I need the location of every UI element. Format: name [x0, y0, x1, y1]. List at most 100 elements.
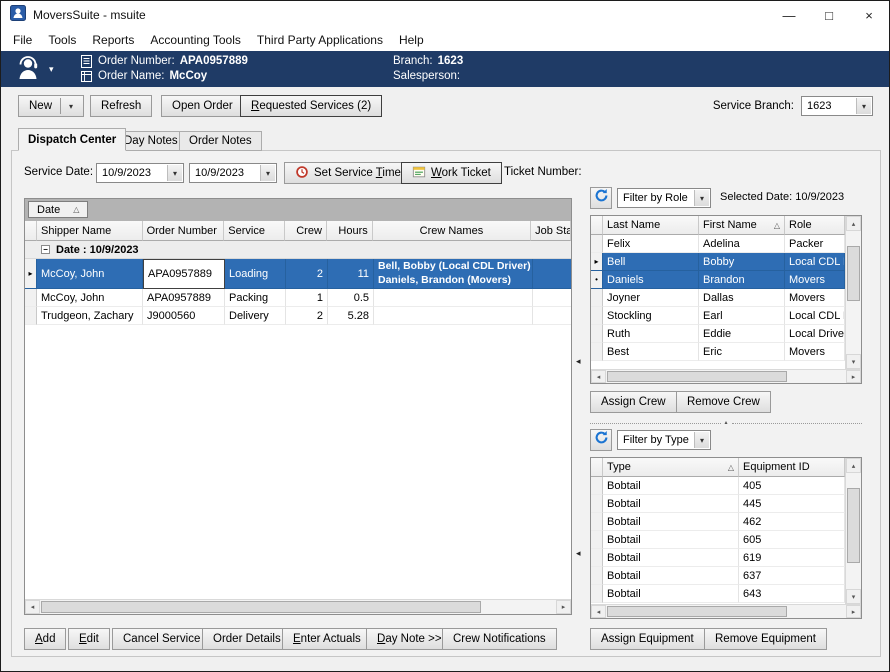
scroll-right-icon[interactable]: ▸ — [846, 370, 861, 383]
cell-equipment-id[interactable]: 462 — [739, 513, 845, 531]
splitter-collapse-icon[interactable]: ◂ — [576, 548, 581, 559]
cell-first-name[interactable]: Earl — [699, 307, 785, 325]
scroll-track[interactable] — [846, 231, 861, 354]
cell-equipment-id[interactable]: 637 — [739, 567, 845, 585]
cell-first-name[interactable]: Bobby — [699, 253, 785, 271]
work-ticket-button[interactable]: Work Ticket — [401, 162, 502, 184]
add-button[interactable]: Add — [24, 628, 66, 650]
header-role[interactable]: Role — [785, 216, 845, 235]
scroll-thumb[interactable] — [41, 601, 481, 613]
cancel-service-button[interactable]: Cancel Service — [112, 628, 211, 650]
header-order-number[interactable]: Order Number — [143, 221, 225, 241]
tab-order-notes[interactable]: Order Notes — [179, 131, 262, 151]
cell-type[interactable]: Bobtail — [603, 513, 739, 531]
scroll-down-icon[interactable]: ▾ — [846, 589, 861, 604]
dispatcher-logo-icon[interactable] — [14, 55, 46, 87]
refresh-button[interactable]: Refresh — [90, 95, 152, 117]
maximize-button[interactable]: □ — [809, 1, 849, 29]
equipment-row[interactable]: Bobtail 462 — [591, 513, 845, 531]
cell-order-number[interactable]: J9000560 — [143, 307, 225, 325]
cell-last-name[interactable]: Stockling — [603, 307, 699, 325]
menu-tools[interactable]: Tools — [40, 31, 84, 49]
cell-last-name[interactable]: Bell — [603, 253, 699, 271]
filter-by-role-combo[interactable]: Filter by Role ▾ — [617, 188, 711, 208]
requested-services-button[interactable]: Requested Services (2) — [240, 95, 382, 117]
cell-role[interactable]: Local Driver — [785, 325, 845, 343]
scroll-up-icon[interactable]: ▴ — [846, 216, 861, 231]
scroll-track[interactable] — [606, 605, 846, 618]
cell-equipment-id[interactable]: 445 — [739, 495, 845, 513]
cell-crew[interactable]: 2 — [286, 259, 328, 289]
crew-grid-hscrollbar[interactable]: ◂ ▸ — [591, 369, 861, 383]
cell-job-status[interactable] — [533, 289, 572, 307]
cell-first-name[interactable]: Dallas — [699, 289, 785, 307]
equipment-row[interactable]: Bobtail 643 — [591, 585, 845, 603]
cell-last-name[interactable]: Felix — [603, 235, 699, 253]
services-grid-hscrollbar[interactable]: ◂ ▸ — [25, 599, 571, 614]
scroll-up-icon[interactable]: ▴ — [846, 458, 861, 473]
scroll-thumb[interactable] — [607, 606, 787, 617]
cell-crew-names[interactable] — [374, 307, 533, 325]
header-type[interactable]: Type △ — [603, 458, 739, 477]
header-shipper-name[interactable]: Shipper Name — [37, 221, 143, 241]
equipment-row[interactable]: Bobtail 445 — [591, 495, 845, 513]
cell-type[interactable]: Bobtail — [603, 477, 739, 495]
service-row[interactable]: McCoy, John APA0957889 Packing 1 0.5 — [25, 289, 572, 307]
equipment-row[interactable]: Bobtail 605 — [591, 531, 845, 549]
cell-role[interactable]: Local CDL Driver — [785, 253, 845, 271]
crew-row[interactable]: Best Eric Movers — [591, 343, 845, 361]
scroll-right-icon[interactable]: ▸ — [846, 605, 861, 618]
scroll-thumb[interactable] — [847, 488, 860, 563]
service-row[interactable]: ▸ McCoy, John APA0957889 Loading 2 11 Be… — [25, 259, 572, 289]
scroll-left-icon[interactable]: ◂ — [591, 605, 606, 618]
service-branch-combo[interactable]: 1623 ▾ — [801, 96, 873, 116]
service-date-from-dropdown-icon[interactable]: ▾ — [167, 165, 182, 181]
cell-crew-names[interactable]: Bell, Bobby (Local CDL Driver) Daniels, … — [374, 259, 533, 289]
tab-dispatch-center[interactable]: Dispatch Center — [18, 128, 126, 151]
service-date-from-combo[interactable]: 10/9/2023 ▾ — [96, 163, 184, 183]
cell-equipment-id[interactable]: 643 — [739, 585, 845, 603]
enter-actuals-button[interactable]: Enter Actuals — [282, 628, 372, 650]
close-button[interactable]: × — [849, 1, 889, 29]
crew-row[interactable]: ▸ Bell Bobby Local CDL Driver — [591, 253, 845, 271]
cell-type[interactable]: Bobtail — [603, 549, 739, 567]
equipment-row[interactable]: Bobtail 637 — [591, 567, 845, 585]
crew-row[interactable]: Ruth Eddie Local Driver — [591, 325, 845, 343]
header-service[interactable]: Service — [224, 221, 285, 241]
remove-crew-button[interactable]: Remove Crew — [676, 391, 771, 413]
crew-notifications-button[interactable]: Crew Notifications — [442, 628, 557, 650]
cell-service[interactable]: Delivery — [225, 307, 286, 325]
scroll-track[interactable] — [606, 370, 846, 383]
menu-file[interactable]: File — [5, 31, 40, 49]
scroll-thumb[interactable] — [607, 371, 787, 382]
cell-first-name[interactable]: Eddie — [699, 325, 785, 343]
main-right-splitter[interactable]: ◂ ◂ — [574, 198, 586, 615]
equipment-grid-hscrollbar[interactable]: ◂ ▸ — [591, 604, 861, 618]
service-date-to-combo[interactable]: 10/9/2023 ▾ — [189, 163, 277, 183]
scroll-track[interactable] — [40, 600, 556, 614]
cell-order-number[interactable]: APA0957889 — [143, 289, 225, 307]
assign-crew-button[interactable]: Assign Crew — [590, 391, 677, 413]
cell-role[interactable]: Movers — [785, 289, 845, 307]
cell-equipment-id[interactable]: 405 — [739, 477, 845, 495]
cell-hours[interactable]: 5.28 — [328, 307, 374, 325]
cell-first-name[interactable]: Adelina — [699, 235, 785, 253]
header-job-status[interactable]: Job Status — [531, 221, 571, 241]
day-note-button[interactable]: Day Note >> — [366, 628, 453, 650]
cell-role[interactable]: Local CDL Driver — [785, 307, 845, 325]
cell-role[interactable]: Movers — [785, 343, 845, 361]
equipment-row[interactable]: Bobtail 619 — [591, 549, 845, 567]
menu-accounting-tools[interactable]: Accounting Tools — [142, 31, 249, 49]
cell-hours[interactable]: 11 — [328, 259, 374, 289]
header-crew-names[interactable]: Crew Names — [373, 221, 531, 241]
open-order-button[interactable]: Open Order — [161, 95, 244, 117]
remove-equipment-button[interactable]: Remove Equipment — [704, 628, 827, 650]
filter-by-role-dropdown-icon[interactable]: ▾ — [694, 190, 709, 206]
cell-service[interactable]: Loading — [225, 259, 286, 289]
header-crew[interactable]: Crew — [285, 221, 327, 241]
crew-row[interactable]: Joyner Dallas Movers — [591, 289, 845, 307]
cell-role[interactable]: Packer — [785, 235, 845, 253]
scroll-down-icon[interactable]: ▾ — [846, 354, 861, 369]
group-by-date-chip[interactable]: Date △ — [28, 201, 88, 218]
service-branch-dropdown-icon[interactable]: ▾ — [856, 98, 871, 114]
